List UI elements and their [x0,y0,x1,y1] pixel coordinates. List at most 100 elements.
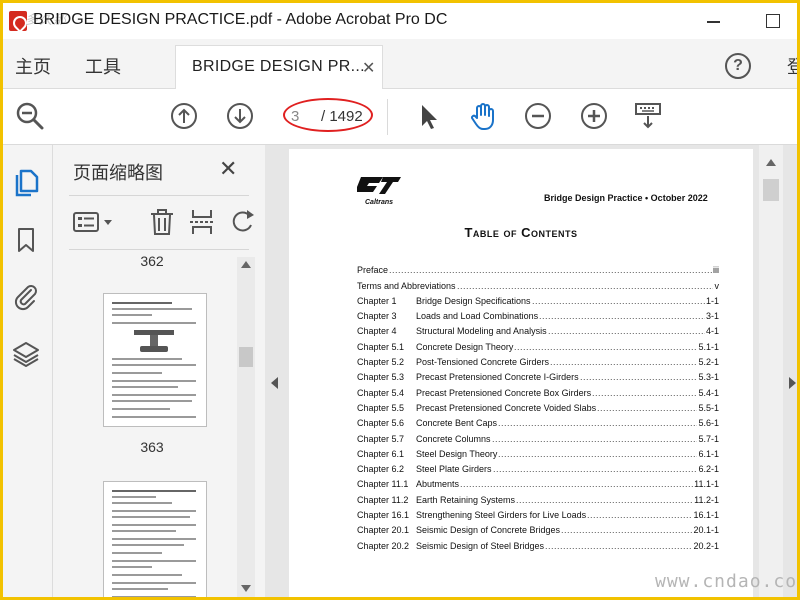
acrobat-window: 多久那 BRIDGE DESIGN PRACTICE.pdf - Adobe A… [3,3,797,597]
toc-row[interactable]: Chapter 5.1 Concrete Design Theory.......… [357,342,719,354]
toc-title: Precast Pretensioned Concrete Box Girder… [416,388,592,398]
toc-chapter: Chapter 5.4 [357,388,405,398]
toc-title: Concrete Columns [416,434,491,444]
toc-row[interactable]: Chapter 5.4 Precast Pretensioned Concrete… [357,388,719,400]
toc-row[interactable]: Chapter 6.1 Steel Design Theory..........… [357,449,719,461]
caltrans-logo: Caltrans [357,171,403,207]
previous-page-icon[interactable] [169,101,199,131]
thumbnail-options-icon[interactable] [71,207,115,237]
toc-page: 5.6-1 [698,418,719,428]
next-page-icon[interactable] [225,101,255,131]
panel-divider [69,195,249,196]
scrollbar-thumb[interactable] [763,179,779,201]
toc-row[interactable]: Chapter 20.2 Seismic Design of Steel Brid… [357,541,719,553]
page-thumbnail[interactable] [103,293,207,427]
layers-icon[interactable] [11,339,41,369]
scroll-up-arrow-icon[interactable] [766,159,776,166]
toc-chapter: Chapter 4 [357,326,397,336]
expand-panel-arrow-icon[interactable] [789,377,796,389]
minimize-button[interactable] [701,8,725,32]
document-header: Bridge Design Practice • October 2022 [544,193,708,203]
extract-pages-icon[interactable] [187,207,217,237]
toc-title: Precast Pretensioned Concrete I-Girders [416,372,579,382]
toc-leader-dots: ........................................… [498,418,697,428]
collapse-panel-arrow-icon[interactable] [271,377,278,389]
paperclip-icon[interactable] [11,281,41,311]
zoom-in-icon[interactable] [579,101,609,131]
window-title: BRIDGE DESIGN PRACTICE.pdf - Adobe Acrob… [33,11,448,28]
menu-home[interactable]: 主页 [15,53,51,79]
toc-title: Strengthening Steel Girders for Live Loa… [416,510,587,520]
toc-title: Preface [357,265,389,275]
close-tab-icon[interactable]: ✕ [362,58,375,77]
toc-page: 16.1-1 [693,510,719,520]
toolbar-separator [387,99,388,135]
toc-row[interactable]: Chapter 20.1 Seismic Design of Concrete B… [357,525,719,537]
toc-chapter: Chapter 11.1 [357,479,409,489]
toc-page: 5.7-1 [698,434,719,444]
toc-leader-dots: ........................................… [389,265,712,275]
bookmark-icon[interactable] [11,225,41,255]
toc-row[interactable]: Chapter 5.7 Concrete Columns.............… [357,434,719,446]
toc-title: Loads and Load Combinations [416,311,539,321]
menu-bar: 主页 工具 BRIDGE DESIGN PR... ✕ ? 登 [3,39,797,89]
toc-row[interactable]: Chapter 5.2 Post-Tensioned Concrete Girde… [357,357,719,369]
toc-row[interactable]: Preface.................................… [357,265,719,277]
menu-tools[interactable]: 工具 [85,53,121,79]
toc-chapter: Chapter 5.7 [357,434,405,444]
panel-title: 页面缩略图 [73,163,163,184]
close-panel-icon[interactable]: ✕ [219,157,237,182]
scrollbar-thumb[interactable] [239,347,253,367]
toc-row[interactable]: Chapter 5.6 Concrete Bent Caps...........… [357,418,719,430]
thumbnail-list: 362 363 [69,253,235,597]
toc-row[interactable]: Chapter 5.3 Precast Pretensioned Concrete… [357,372,719,384]
toc-page: 5.5-1 [698,403,719,413]
document-scrollbar[interactable] [759,145,783,597]
toc-title: Precast Pretensioned Concrete Voided Sla… [416,403,597,413]
toc-row[interactable]: Chapter 3 Loads and Load Combinations....… [357,311,719,323]
toc-chapter: Chapter 11.2 [357,495,409,505]
toc-leader-dots: ........................................… [457,281,713,291]
toc-page: 6.1-1 [698,449,719,459]
zoom-magnifier-icon[interactable] [15,101,45,131]
toc-leader-dots: ........................................… [561,525,692,535]
toc-row[interactable]: Chapter 5.5 Precast Pretensioned Concrete… [357,403,719,415]
toc-leader-dots: ........................................… [514,342,697,352]
zoom-out-icon[interactable] [523,101,553,131]
toc-row[interactable]: Chapter 4 Structural Modeling and Analysi… [357,326,719,338]
toc-row[interactable]: Chapter 6.2 Steel Plate Girders..........… [357,464,719,476]
sign-in-menu[interactable]: 登 [787,53,797,79]
cursor-arrow-icon[interactable] [413,101,443,131]
toc-leader-dots: ........................................… [545,541,692,551]
toc-chapter: Chapter 3 [357,311,397,321]
scroll-down-arrow-icon[interactable] [241,585,251,592]
rotate-icon[interactable] [227,207,257,237]
hand-icon[interactable] [468,101,498,131]
toc-row[interactable]: Terms and Abbreviations.................… [357,281,719,293]
toc-leader-dots: ........................................… [597,403,697,413]
toc-chapter: Chapter 5.6 [357,418,405,428]
help-icon[interactable]: ? [725,53,751,79]
thumbnail-scrollbar[interactable] [237,257,255,597]
trash-icon[interactable] [147,207,177,237]
page-thumbnails-icon[interactable] [11,167,41,197]
toc-row[interactable]: Chapter 11.1 Abutments...................… [357,479,719,491]
toc-title: Seismic Design of Steel Bridges [416,541,545,551]
scroll-up-arrow-icon[interactable] [241,261,251,268]
toc-title: Terms and Abbreviations [357,281,456,291]
toc-title: Steel Design Theory [416,449,498,459]
toc-row[interactable]: Chapter 1 Bridge Design Specifications...… [357,296,719,308]
toc-row[interactable]: Chapter 11.2 Earth Retaining Systems.....… [357,495,719,507]
toc-page: 5.3-1 [698,372,719,382]
toc-title: Bridge Design Specifications [416,296,531,306]
keyboard-icon[interactable] [633,101,663,131]
document-tab[interactable]: BRIDGE DESIGN PR... ✕ [175,45,383,89]
toc-chapter: Chapter 6.2 [357,464,405,474]
toc-page: 5.4-1 [698,388,719,398]
toc-title: Structural Modeling and Analysis [416,326,547,336]
toc-row[interactable]: Chapter 16.1 Strengthening Steel Girders … [357,510,719,522]
page-thumbnail[interactable] [103,481,207,597]
maximize-button[interactable] [761,8,785,32]
toc-page: 20.2-1 [693,541,719,551]
panel-divider [69,249,249,250]
